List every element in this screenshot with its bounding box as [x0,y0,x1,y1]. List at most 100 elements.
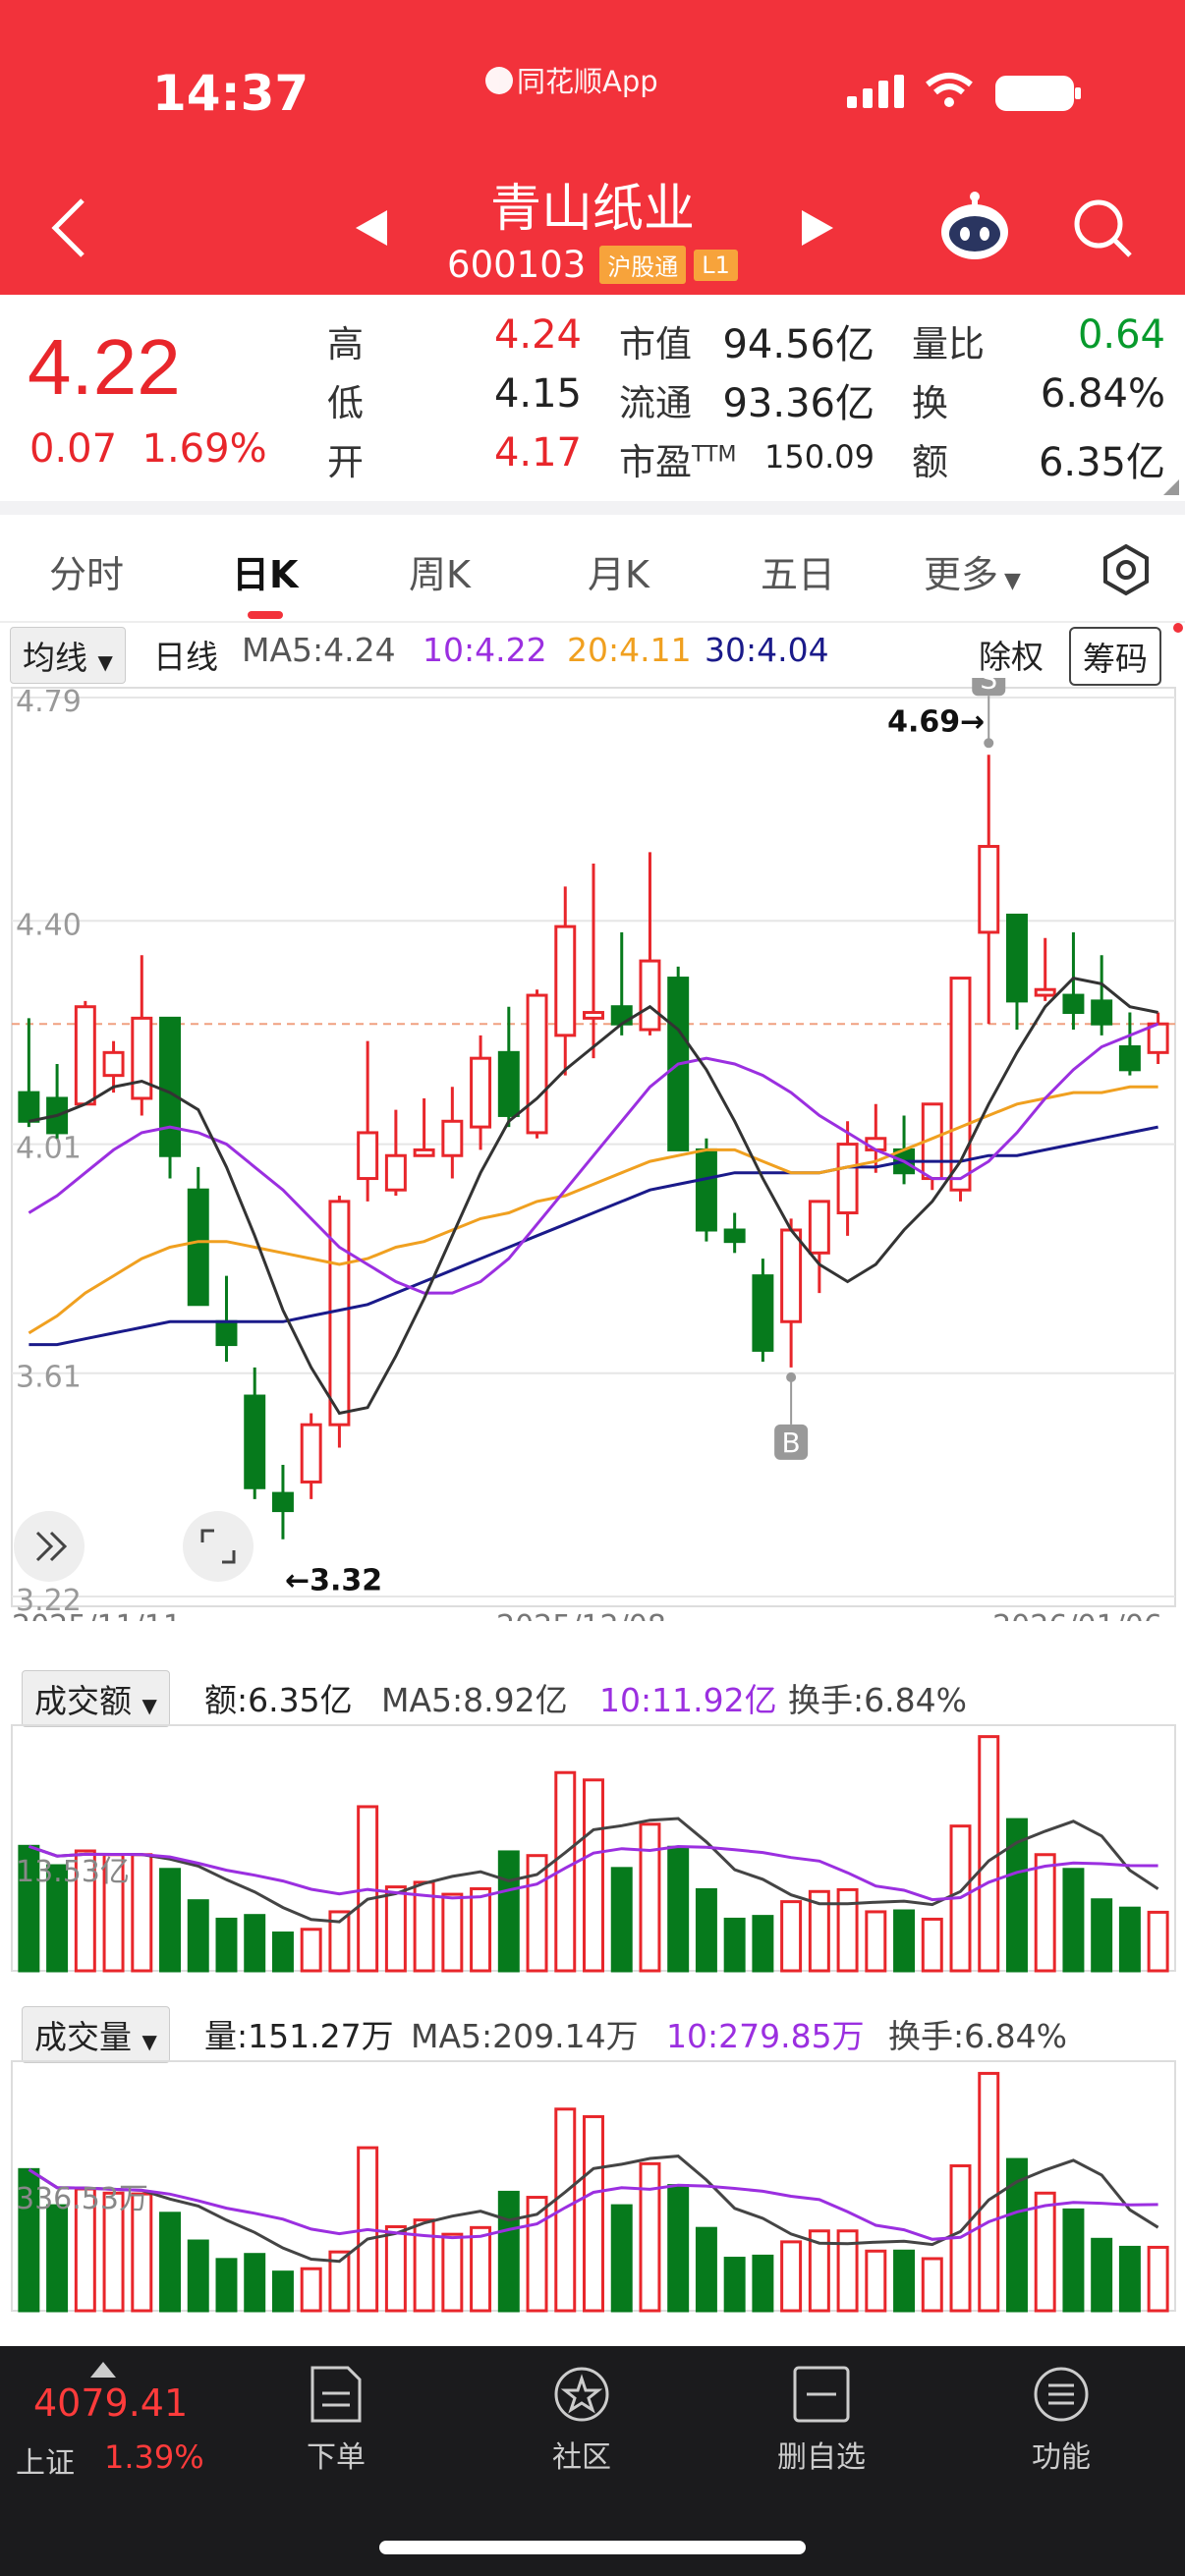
app-name-badge: 同花顺App [485,59,658,100]
tab-monthly-k[interactable]: 月K [588,544,649,598]
volume-bar [752,2254,774,2313]
tab-intraday[interactable]: 分时 [49,544,124,598]
tab-more[interactable]: 更多 ▼ [924,544,1021,598]
nav-functions[interactable]: 功能 [963,2346,1159,2476]
volume-ratio-label: 量比 [912,323,985,365]
volume-bar [583,1778,604,1973]
volume-bar [300,1928,322,1973]
x-axis-date: 2025/11/11 [12,1609,182,1621]
volume-bar [893,1909,916,1973]
amount-label: 额 [912,441,948,483]
volume-bar [215,1917,238,1973]
volume-bar [1091,2237,1113,2313]
amount-value: 6.35亿 [1038,440,1165,485]
volume-bar [497,1850,520,1973]
candle-body [159,1016,182,1157]
volume-bar [978,2071,1000,2313]
market-cap-label: 市值 [619,323,692,365]
price-change: 0.07 1.69% [29,426,267,472]
y-axis-label: 3.61 [16,1361,82,1395]
ma-selector[interactable]: 均线 ▼ [10,627,126,684]
candle-body [780,1228,803,1323]
candle-body [1091,999,1113,1026]
volume-bar [610,2204,633,2313]
volume-bar [695,1887,717,1973]
level-badge: L1 [694,249,738,281]
home-indicator[interactable] [379,2541,806,2554]
volume-bar [836,1887,859,1973]
turnover-selector[interactable]: 成交额 ▼ [22,1670,170,1727]
tab-weekly-k[interactable]: 周K [409,544,471,598]
nav-order[interactable]: 下单 [238,2346,434,2476]
volume-bar [1147,2245,1169,2313]
volume-bar [470,2225,492,2313]
candle-body [752,1274,774,1352]
nav-community[interactable]: 社区 [483,2346,680,2476]
candle-body [102,1050,125,1078]
next-stock-icon[interactable] [798,208,837,252]
volume-bar [470,1886,492,1973]
volume-ma10: 10:279.85万 [666,2017,865,2055]
divider [0,501,1185,515]
tab-five-day[interactable]: 五日 [761,544,835,598]
candle-body [695,1148,717,1232]
volume-bar [978,1735,1000,1973]
volume-bar [244,1914,266,1973]
candle-body [1034,987,1056,997]
ma5-legend: MA5:4.24 [242,631,396,669]
volume-bar [159,1868,182,1973]
candle-body [413,1148,435,1157]
y-axis-label: 4.40 [16,908,82,942]
volume-bar [159,2212,182,2313]
volume-bar [723,1917,746,1973]
turnover-ma5: MA5:8.92亿 [381,1681,568,1719]
volume-selector[interactable]: 成交量 ▼ [22,2006,170,2063]
volume-bar [752,1915,774,1973]
chips-button[interactable]: 筹码 [1069,627,1161,686]
volume-bar [187,2239,209,2313]
volume-value: 量:151.27万 [204,2017,394,2055]
open-label: 开 [327,441,364,483]
candle-body [639,959,661,1032]
volume-bar [384,2224,407,2313]
candle-body [215,1319,238,1347]
volume-bar [215,2258,238,2313]
candle-body [244,1394,266,1489]
nav-remove-watchlist[interactable]: 删自选 [723,2346,920,2476]
volume-bar [723,2257,746,2313]
volume-ma5: MA5:209.14万 [411,2017,639,2055]
turnover-ma10: 10:11.92亿 [599,1681,777,1719]
volume-chart[interactable]: 336.53万 [0,2057,1185,2317]
order-doc-icon [310,2366,362,2423]
community-star-icon [554,2367,609,2422]
float-cap-value: 93.36亿 [722,381,875,426]
candle-body [271,1491,294,1513]
buy-marker-dot [786,1372,797,1382]
settings-icon[interactable] [1099,542,1154,601]
volume-bar [583,2114,604,2313]
search-icon[interactable] [1071,196,1134,263]
caret-down-icon: ▼ [141,2030,157,2053]
robot-assistant-icon[interactable] [935,187,1014,269]
candle-body [384,1153,407,1192]
volume-bar [1118,1906,1141,1973]
low-label: 低 [327,382,364,424]
turnover-chart[interactable]: 13.53亿 [0,1721,1185,1977]
kline-chart[interactable]: 4.794.404.013.613.224.69→←3.32SB2025/11/… [0,678,1185,1621]
last-price: 4.22 [28,323,181,411]
volume-bar [300,2267,322,2313]
volume-bar [639,1822,661,1973]
volume-bar [271,1932,294,1973]
volume-bar [1034,1853,1056,1973]
candle-body [526,993,548,1135]
candle-body [1118,1045,1141,1072]
volume-bar [1091,1898,1113,1973]
tab-daily-k[interactable]: 日K [232,544,298,598]
candle-body [554,924,577,1037]
volume-bar [441,2232,464,2313]
ex-right-button[interactable]: 除权 [979,631,1044,678]
index-value[interactable]: 4079.41 [33,2381,188,2425]
candle-body [74,1005,96,1106]
turnover-value: 额:6.35亿 [204,1681,353,1719]
expand-corner-icon[interactable] [1163,479,1179,499]
